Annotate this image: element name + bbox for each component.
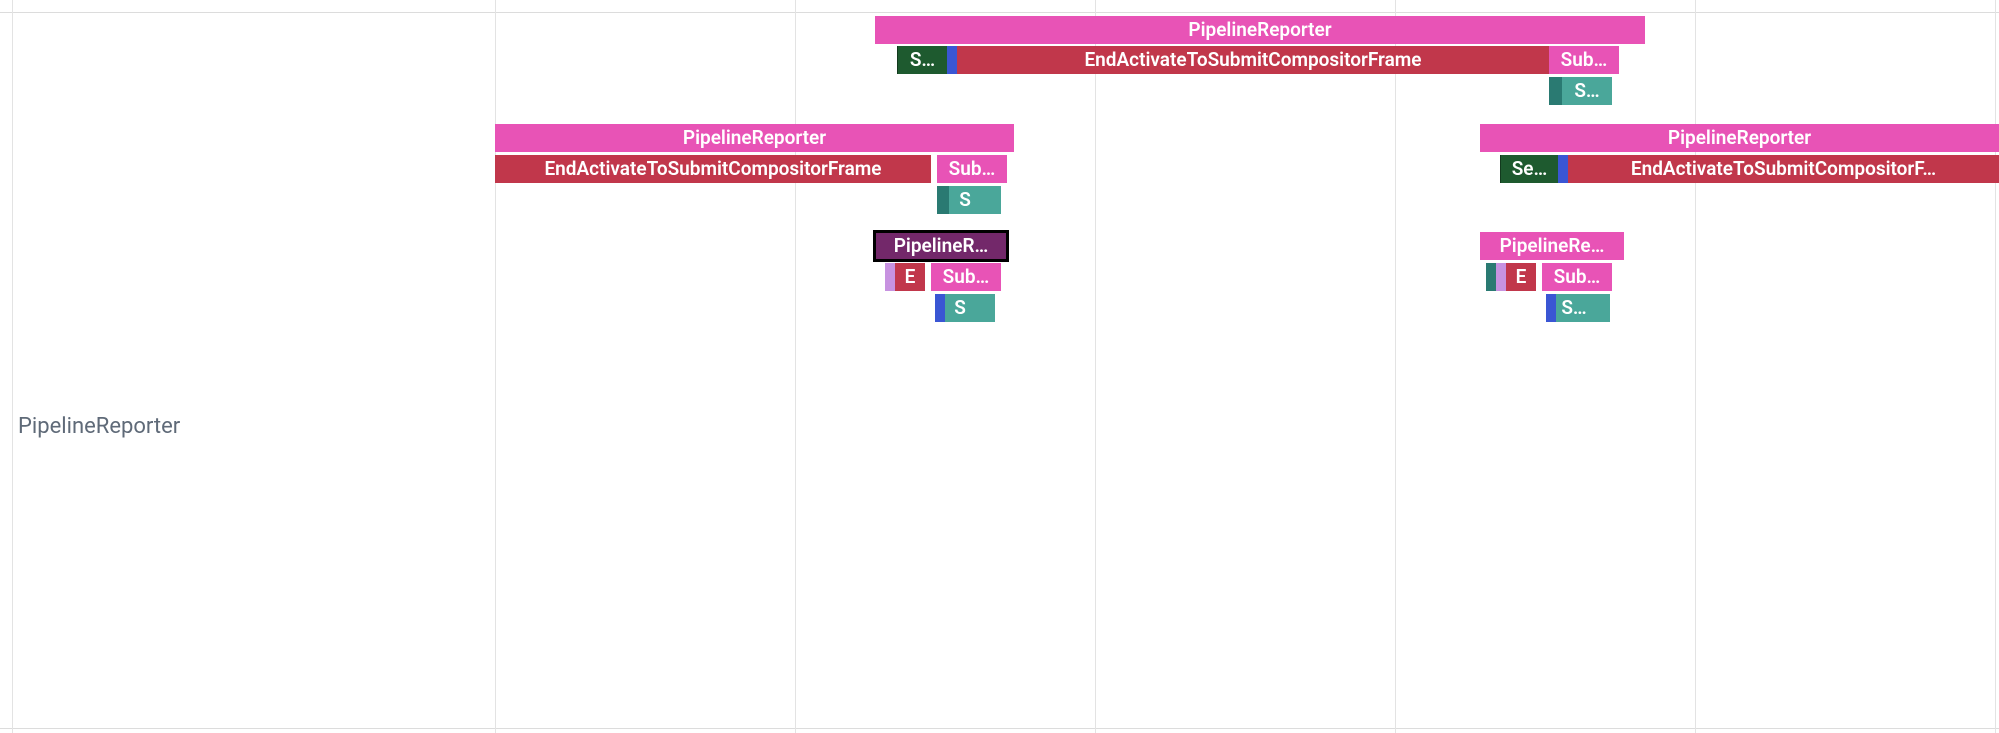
top-rule	[0, 12, 1999, 13]
slice-s-left[interactable]: S	[949, 186, 981, 214]
slice-teal-left2[interactable]	[981, 186, 1001, 214]
slice-se-right[interactable]: Se…	[1500, 155, 1558, 183]
slice-t-b[interactable]	[1592, 294, 1610, 322]
bottom-rule	[0, 728, 1999, 729]
time-gridlines	[0, 0, 1999, 733]
slice-pr-sel[interactable]: PipelineR…	[875, 232, 1007, 260]
slice-lav-a[interactable]	[885, 263, 895, 291]
slice-eact-right[interactable]: EndActivateToSubmitCompositorF…	[1568, 155, 1999, 183]
slice-t-a[interactable]	[975, 294, 995, 322]
slice-s-top2[interactable]: S…	[1562, 77, 1612, 105]
slice-e-b[interactable]: E	[1506, 263, 1536, 291]
slice-s-top[interactable]: S…	[897, 46, 947, 74]
slice-bl-a[interactable]	[935, 294, 945, 322]
track-label-pipeline-reporter: PipelineReporter	[18, 414, 180, 439]
slice-e-a[interactable]: E	[895, 263, 925, 291]
slice-pr-mini[interactable]: PipelineRe…	[1480, 232, 1624, 260]
slice-lav-b0[interactable]	[1486, 263, 1496, 291]
slice-s-b[interactable]: S…	[1556, 294, 1592, 322]
slice-bl-b[interactable]	[1546, 294, 1556, 322]
slice-sub-a[interactable]: Sub…	[931, 263, 1001, 291]
slice-pr-left[interactable]: PipelineReporter	[495, 124, 1014, 152]
slice-sub-top[interactable]: Sub…	[1549, 46, 1619, 74]
slice-blue-right[interactable]	[1558, 155, 1568, 183]
slice-sub-b[interactable]: Sub…	[1542, 263, 1612, 291]
slice-tealbar-top[interactable]	[1549, 77, 1562, 105]
slice-b-top[interactable]	[947, 46, 957, 74]
slice-eact-top[interactable]: EndActivateToSubmitCompositorFrame	[957, 46, 1549, 74]
slice-eact-left[interactable]: EndActivateToSubmitCompositorFrame	[495, 155, 931, 183]
trace-viewport: PipelineReporter PipelineReporterS…EndAc…	[0, 0, 1999, 733]
slice-pr-right[interactable]: PipelineReporter	[1480, 124, 1999, 152]
slice-sub-left[interactable]: Sub…	[937, 155, 1007, 183]
slice-pr-top[interactable]: PipelineReporter	[875, 16, 1645, 44]
slice-teal-left1[interactable]	[937, 186, 949, 214]
slice-s-a[interactable]: S	[945, 294, 975, 322]
slice-lav-b[interactable]	[1496, 263, 1506, 291]
